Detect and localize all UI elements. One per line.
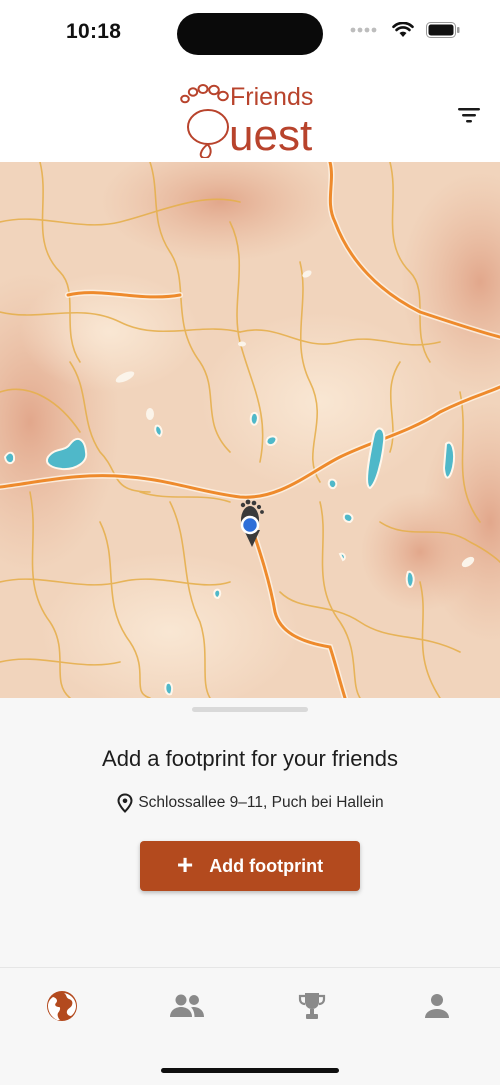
address-row: Schlossallee 9–11, Puch bei Hallein [0, 793, 500, 813]
people-icon [170, 994, 204, 1017]
tab-achievements[interactable] [292, 986, 332, 1026]
battery-icon [426, 22, 460, 38]
sheet-drag-handle[interactable] [192, 707, 308, 712]
filter-button[interactable] [454, 102, 484, 128]
current-location-dot [240, 515, 260, 535]
bottom-sheet: Add a footprint for your friends Schloss… [0, 698, 500, 968]
app-header: Friends uest [0, 64, 500, 162]
add-footprint-button[interactable]: + Add footprint [140, 841, 360, 891]
friends-quest-logo: Friends uest [180, 83, 313, 158]
status-time: 10:18 [66, 20, 122, 43]
trophy-icon [298, 993, 326, 1019]
tab-friends[interactable] [167, 986, 207, 1026]
dynamic-island [177, 13, 323, 55]
sheet-title: Add a footprint for your friends [102, 746, 398, 771]
tab-profile[interactable] [417, 986, 457, 1026]
signal-icon [350, 27, 377, 33]
wifi-icon [392, 22, 414, 37]
logo-text-friends: Friends [230, 83, 313, 111]
globe-icon [47, 991, 77, 1021]
home-indicator[interactable] [161, 1068, 339, 1073]
plus-icon: + [176, 848, 194, 880]
status-bar: 10:18 [0, 0, 500, 64]
address-text: Schlossallee 9–11, Puch bei Hallein [138, 794, 384, 811]
tab-map[interactable] [42, 986, 82, 1026]
location-pin-icon [117, 793, 133, 813]
status-icons [350, 22, 460, 38]
filter-icon [458, 108, 480, 123]
person-icon [425, 994, 449, 1018]
add-footprint-label: Add footprint [209, 855, 324, 876]
logo-text-quest: uest [229, 111, 312, 158]
watercolor-map[interactable] [0, 162, 500, 698]
map-view[interactable] [0, 162, 500, 698]
